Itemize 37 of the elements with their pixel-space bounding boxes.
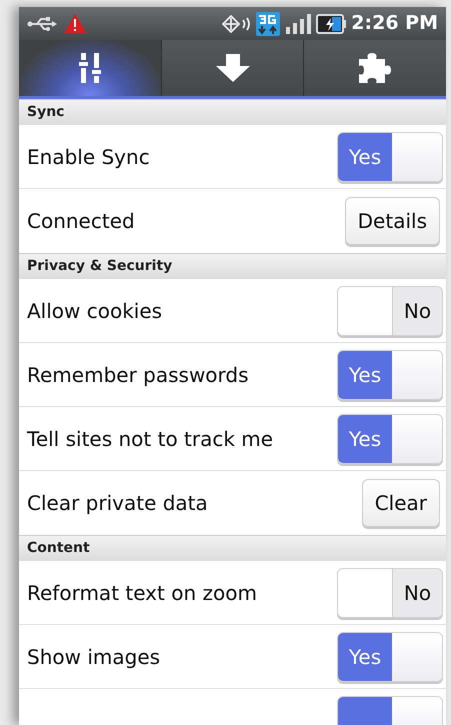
setting-label: Connected [27,208,136,235]
toggle-switch[interactable]: Yes [337,414,443,464]
network-3g-icon [256,12,280,36]
setting-label: Clear private data [27,490,209,517]
setting-label: Allow cookies [27,298,164,324]
setting-label: Remember passwords [27,362,250,388]
section-header: Sync [19,99,446,125]
tab[interactable] [303,40,446,96]
setting-label: Show images [27,644,162,670]
toggle-state: No [404,298,432,324]
status-time: 2:26 PM [351,11,438,36]
action-button[interactable]: Details [344,197,440,245]
toggle-state: Yes [348,644,382,670]
toggle-state: Yes [348,426,382,452]
setting-label: Enable Sync [27,144,151,170]
warning-icon [63,13,87,34]
toggle-state: No [404,580,432,606]
signal-icon [286,14,312,34]
down-arrow-icon [216,54,250,82]
puzzle-piece-icon [359,53,392,83]
tab[interactable] [160,40,304,96]
action-button[interactable]: Clear [362,479,440,527]
toggle-switch[interactable]: Yes [337,132,443,182]
toggle-switch[interactable]: Yes [337,632,443,682]
toggle-switch[interactable]: No [337,568,443,618]
section-header: Privacy & Security [19,253,446,279]
section-header: Content [19,535,446,561]
battery-charging-icon [316,14,346,34]
toggle-state: Yes [348,362,382,388]
setting-label: Reformat text on zoom [27,580,258,606]
sliders-icon [78,53,101,83]
toggle-switch[interactable]: Yes [337,350,443,400]
tab[interactable] [19,40,161,96]
setting-label: Tell sites not to track me [27,426,274,452]
toggle-state: Yes [348,144,382,170]
toggle-switch[interactable]: No [337,286,443,336]
usb-icon [27,16,57,32]
